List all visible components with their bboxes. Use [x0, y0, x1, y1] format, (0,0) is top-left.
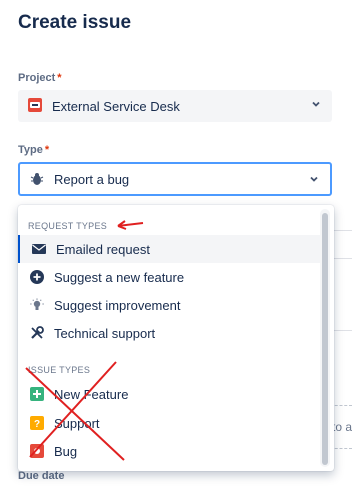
background-field-edge	[332, 230, 352, 231]
option-support[interactable]: ? Support	[18, 409, 318, 437]
type-dropdown-menu: REQUEST TYPES Emailed request Suggest a …	[18, 205, 334, 471]
option-suggest-new-feature[interactable]: Suggest a new feature	[18, 263, 318, 291]
group-heading-request-types: REQUEST TYPES	[28, 221, 108, 231]
option-emailed-request[interactable]: Emailed request	[18, 235, 320, 263]
due-date-label: Due date	[18, 470, 65, 482]
project-label: Project *	[18, 72, 62, 84]
dropdown-scrollbar-thumb[interactable]	[322, 213, 328, 465]
svg-text:?: ?	[34, 419, 40, 430]
option-new-feature[interactable]: New Feature	[18, 380, 318, 408]
project-value: External Service Desk	[52, 98, 180, 114]
wrench-icon	[31, 326, 44, 339]
chevron-down-icon	[310, 176, 318, 182]
option-suggest-improvement[interactable]: Suggest improvement	[18, 291, 318, 319]
bug-icon	[30, 444, 44, 458]
type-label: Type *	[18, 144, 50, 156]
group-heading-issue-types: ISSUE TYPES	[28, 365, 91, 375]
background-field-edge	[332, 330, 352, 331]
plus-circle-icon	[30, 270, 44, 284]
type-value: Report a bug	[54, 171, 130, 187]
question-icon: ?	[30, 416, 44, 430]
background-field-edge	[332, 258, 352, 259]
project-avatar-icon	[28, 98, 42, 112]
option-bug[interactable]: Bug	[18, 437, 318, 465]
green-plus-icon	[30, 387, 44, 401]
envelope-icon	[32, 244, 46, 254]
bug-icon	[30, 173, 44, 185]
lightbulb-icon	[30, 298, 44, 310]
project-select[interactable]: External Service Desk	[18, 90, 332, 122]
chevron-down-icon	[312, 101, 320, 107]
page-title: Create issue	[18, 12, 132, 33]
option-technical-support[interactable]: Technical support	[18, 319, 318, 347]
background-partial-text: to a	[332, 420, 352, 434]
type-select[interactable]: Report a bug	[18, 162, 332, 196]
